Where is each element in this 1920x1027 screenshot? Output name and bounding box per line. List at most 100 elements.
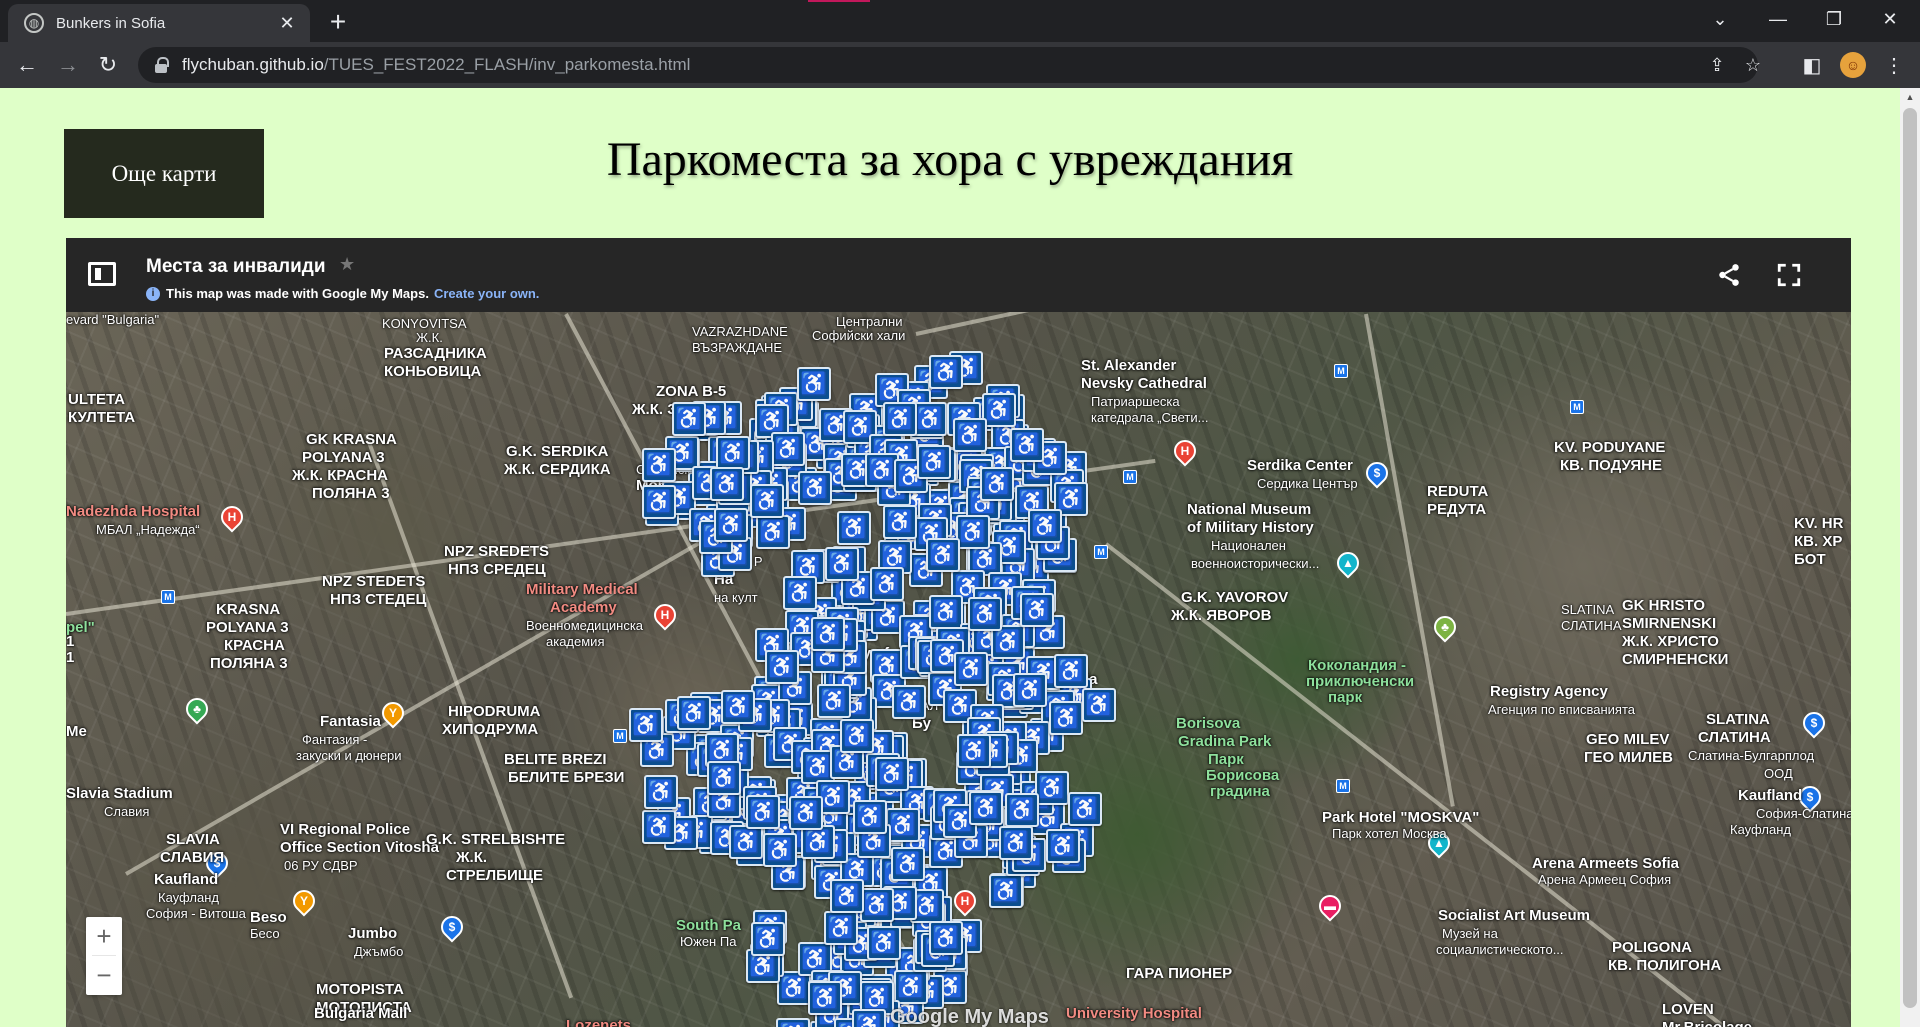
restore-icon[interactable]: ❐ bbox=[1806, 0, 1862, 38]
hospital-pin[interactable]: H bbox=[949, 885, 981, 917]
metro-icon[interactable]: M bbox=[613, 729, 627, 743]
tab-search-icon[interactable]: ⌄ bbox=[1692, 0, 1748, 38]
wheelchair-parking-marker[interactable]: ♿ bbox=[1010, 428, 1044, 462]
wheelchair-parking-marker[interactable]: ♿ bbox=[756, 515, 790, 549]
wheelchair-parking-marker[interactable]: ♿ bbox=[714, 508, 748, 542]
more-maps-button[interactable]: Още карти bbox=[64, 129, 264, 218]
forward-icon[interactable]: → bbox=[52, 49, 84, 81]
wheelchair-parking-marker[interactable]: ♿ bbox=[917, 445, 951, 479]
wheelchair-parking-marker[interactable]: ♿ bbox=[957, 734, 991, 768]
wheelchair-parking-marker[interactable]: ♿ bbox=[798, 471, 832, 505]
wheelchair-parking-marker[interactable]: ♿ bbox=[642, 448, 676, 482]
wheelchair-parking-marker[interactable]: ♿ bbox=[853, 800, 887, 834]
wheelchair-parking-marker[interactable]: ♿ bbox=[989, 874, 1023, 908]
wheelchair-parking-marker[interactable]: ♿ bbox=[789, 796, 823, 830]
wheelchair-parking-marker[interactable]: ♿ bbox=[783, 576, 817, 610]
wheelchair-parking-marker[interactable]: ♿ bbox=[883, 402, 917, 436]
park-pin[interactable]: ♣ bbox=[181, 693, 213, 725]
wheelchair-parking-marker[interactable]: ♿ bbox=[642, 810, 676, 844]
metro-icon[interactable]: M bbox=[1334, 364, 1348, 378]
wheelchair-parking-marker[interactable]: ♿ bbox=[797, 367, 831, 401]
museum-pin[interactable]: ▲ bbox=[1332, 547, 1364, 579]
zoom-in-button[interactable]: + bbox=[86, 917, 122, 955]
scroll-up-icon[interactable]: ▲ bbox=[1900, 88, 1920, 106]
address-bar[interactable]: flychuban.github.io/TUES_FEST2022_FLASH/… bbox=[138, 47, 1761, 83]
reload-icon[interactable]: ↻ bbox=[92, 49, 124, 81]
wheelchair-parking-marker[interactable]: ♿ bbox=[644, 775, 678, 809]
wheelchair-parking-marker[interactable]: ♿ bbox=[817, 684, 851, 718]
create-your-own-link[interactable]: Create your own. bbox=[434, 286, 539, 301]
wheelchair-parking-marker[interactable]: ♿ bbox=[953, 418, 987, 452]
minimize-icon[interactable]: — bbox=[1750, 0, 1806, 38]
wheelchair-parking-marker[interactable]: ♿ bbox=[771, 432, 805, 466]
wheelchair-parking-marker[interactable]: ♿ bbox=[929, 595, 963, 629]
wheelchair-parking-marker[interactable]: ♿ bbox=[763, 833, 797, 867]
metro-icon[interactable]: M bbox=[1336, 779, 1350, 793]
window-close-icon[interactable]: ✕ bbox=[1862, 0, 1918, 38]
page-scrollbar[interactable]: ▲ bbox=[1900, 88, 1920, 1027]
metro-icon[interactable]: M bbox=[1123, 470, 1137, 484]
wheelchair-parking-marker[interactable]: ♿ bbox=[929, 355, 963, 389]
wheelchair-parking-marker[interactable]: ♿ bbox=[1068, 792, 1102, 826]
browser-tab[interactable]: ◍ Bunkers in Sofia ✕ bbox=[8, 4, 310, 42]
wheelchair-parking-marker[interactable]: ♿ bbox=[875, 757, 909, 791]
wheelchair-parking-marker[interactable]: ♿ bbox=[982, 393, 1016, 427]
restaurant-pin[interactable]: Y bbox=[288, 885, 320, 917]
wheelchair-parking-marker[interactable]: ♿ bbox=[751, 922, 785, 956]
sight-pin[interactable]: ♣ bbox=[1429, 611, 1461, 643]
wheelchair-parking-marker[interactable]: ♿ bbox=[765, 650, 799, 684]
wheelchair-parking-marker[interactable]: ♿ bbox=[969, 791, 1003, 825]
wheelchair-parking-marker[interactable]: ♿ bbox=[894, 970, 928, 1004]
wheelchair-parking-marker[interactable]: ♿ bbox=[729, 825, 763, 859]
wheelchair-parking-marker[interactable]: ♿ bbox=[1035, 771, 1069, 805]
hospital-pin[interactable]: H bbox=[649, 599, 681, 631]
wheelchair-parking-marker[interactable]: ♿ bbox=[956, 515, 990, 549]
wheelchair-parking-marker[interactable]: ♿ bbox=[886, 808, 920, 842]
wheelchair-parking-marker[interactable]: ♿ bbox=[1082, 688, 1116, 722]
wheelchair-parking-marker[interactable]: ♿ bbox=[968, 597, 1002, 631]
wheelchair-parking-marker[interactable]: ♿ bbox=[746, 795, 780, 829]
star-icon[interactable]: ★ bbox=[339, 254, 355, 275]
wheelchair-parking-marker[interactable]: ♿ bbox=[1005, 793, 1039, 827]
wheelchair-parking-marker[interactable]: ♿ bbox=[892, 685, 926, 719]
wheelchair-parking-marker[interactable]: ♿ bbox=[801, 825, 835, 859]
wheelchair-parking-marker[interactable]: ♿ bbox=[830, 879, 864, 913]
wheelchair-parking-marker[interactable]: ♿ bbox=[677, 696, 711, 730]
wheelchair-parking-marker[interactable]: ♿ bbox=[883, 505, 917, 539]
wheelchair-parking-marker[interactable]: ♿ bbox=[980, 467, 1014, 501]
wheelchair-parking-marker[interactable]: ♿ bbox=[1049, 701, 1083, 735]
share-icon[interactable] bbox=[1716, 262, 1742, 288]
shopping-pin[interactable]: $ bbox=[436, 911, 468, 943]
profile-avatar[interactable]: ☺ bbox=[1840, 52, 1866, 78]
wheelchair-parking-marker[interactable]: ♿ bbox=[721, 690, 755, 724]
wheelchair-parking-marker[interactable]: ♿ bbox=[629, 708, 663, 742]
hospital-pin[interactable]: H bbox=[1169, 435, 1201, 467]
wheelchair-parking-marker[interactable]: ♿ bbox=[811, 617, 845, 651]
hospital-pin[interactable]: H bbox=[216, 501, 248, 533]
wheelchair-parking-marker[interactable]: ♿ bbox=[750, 484, 784, 518]
wheelchair-parking-marker[interactable]: ♿ bbox=[913, 402, 947, 436]
menu-kebab-icon[interactable]: ⋮ bbox=[1878, 49, 1910, 81]
share-page-icon[interactable]: ⇪ bbox=[1702, 50, 1732, 80]
close-tab-icon[interactable]: ✕ bbox=[276, 12, 298, 34]
wheelchair-parking-marker[interactable]: ♿ bbox=[867, 926, 901, 960]
wheelchair-parking-marker[interactable]: ♿ bbox=[642, 485, 676, 519]
wheelchair-parking-marker[interactable]: ♿ bbox=[929, 921, 963, 955]
scroll-thumb[interactable] bbox=[1903, 108, 1917, 1008]
wheelchair-parking-marker[interactable]: ♿ bbox=[860, 888, 894, 922]
new-tab-button[interactable]: + bbox=[322, 6, 354, 38]
metro-icon[interactable]: M bbox=[1570, 400, 1584, 414]
wheelchair-parking-marker[interactable]: ♿ bbox=[999, 826, 1033, 860]
wheelchair-parking-marker[interactable]: ♿ bbox=[808, 981, 842, 1015]
hotel-pin[interactable]: ▬ bbox=[1314, 890, 1346, 922]
bookmark-star-icon[interactable]: ☆ bbox=[1738, 50, 1768, 80]
wheelchair-parking-marker[interactable]: ♿ bbox=[1028, 509, 1062, 543]
wheelchair-parking-marker[interactable]: ♿ bbox=[891, 847, 925, 881]
wheelchair-parking-marker[interactable]: ♿ bbox=[852, 1009, 886, 1027]
wheelchair-parking-marker[interactable]: ♿ bbox=[926, 538, 960, 572]
wheelchair-parking-marker[interactable]: ♿ bbox=[1054, 654, 1088, 688]
wheelchair-parking-marker[interactable]: ♿ bbox=[1013, 673, 1047, 707]
shopping-pin[interactable]: $ bbox=[1361, 457, 1393, 489]
wheelchair-parking-marker[interactable]: ♿ bbox=[1046, 829, 1080, 863]
wheelchair-parking-marker[interactable]: ♿ bbox=[824, 911, 858, 945]
